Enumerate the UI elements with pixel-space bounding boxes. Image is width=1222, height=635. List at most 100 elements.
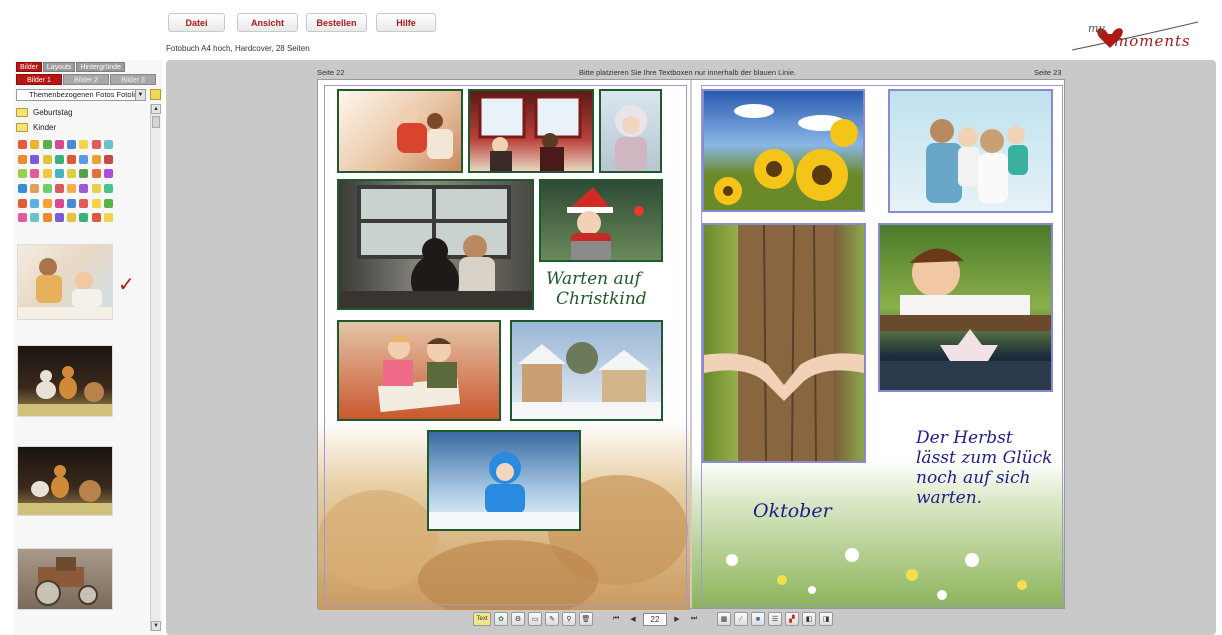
last-page-button[interactable]: ⏭	[687, 612, 701, 626]
menu-ansicht-button[interactable]: Ansicht	[237, 13, 298, 32]
clipart-icon[interactable]	[18, 140, 27, 149]
clipart-icon[interactable]	[18, 169, 27, 179]
clipart-icon[interactable]	[103, 154, 113, 164]
photo-girl-dog-window[interactable]	[337, 179, 534, 310]
clipart-icon[interactable]	[103, 140, 113, 149]
folder-up-icon[interactable]	[150, 89, 161, 100]
send-back-button[interactable]: ◨	[819, 612, 833, 626]
clipart-icon[interactable]	[67, 140, 76, 149]
photo-family-beach[interactable]	[888, 89, 1053, 213]
bring-front-button[interactable]: ◧	[802, 612, 816, 626]
guides-button[interactable]: ☰	[768, 612, 782, 626]
menu-bestellen-button[interactable]: Bestellen	[306, 13, 367, 32]
clipart-icon[interactable]	[79, 154, 89, 164]
clipart-icon[interactable]	[67, 183, 76, 193]
clipart-icon[interactable]	[30, 154, 40, 164]
photo-girl-winter-hat[interactable]	[599, 89, 662, 173]
zoom-button[interactable]: ⚲	[562, 612, 576, 626]
clipart-icon[interactable]	[79, 213, 89, 223]
clipart-icon[interactable]	[54, 213, 64, 223]
clipart-icon[interactable]	[91, 198, 101, 208]
photo-child-snow[interactable]	[427, 430, 581, 531]
clipart-icon[interactable]	[54, 140, 64, 149]
clipart-icon[interactable]	[42, 140, 52, 149]
clipart-icon[interactable]	[103, 213, 113, 223]
clipart-icon[interactable]	[42, 198, 52, 208]
add-text-button[interactable]: Text	[473, 612, 491, 626]
photo-sunflowers[interactable]	[702, 89, 865, 212]
settings-button[interactable]: ⚙	[511, 612, 525, 626]
photo-kids-reading[interactable]	[337, 320, 501, 421]
clipart-icon[interactable]	[67, 169, 76, 179]
photo-tree-heart-hands[interactable]	[702, 223, 866, 463]
clipart-icon[interactable]	[91, 140, 101, 149]
tab-bilder-1[interactable]: Bilder 1	[16, 74, 62, 85]
clipart-icon[interactable]	[54, 183, 64, 193]
page-number-input[interactable]: 22	[643, 612, 667, 626]
clipart-icon[interactable]	[91, 169, 101, 179]
clipart-icon[interactable]	[67, 154, 76, 164]
thumbnail-tractor[interactable]	[17, 548, 113, 610]
frame-button[interactable]: ▭	[528, 612, 542, 626]
photo-boy-paper-boat[interactable]	[878, 223, 1053, 392]
scroll-thumb[interactable]	[152, 116, 160, 128]
clipart-icon[interactable]	[18, 183, 27, 193]
right-quote[interactable]: Der Herbst lässt zum Glück noch auf sich…	[916, 428, 1052, 508]
previous-page-button[interactable]: ◀	[626, 612, 640, 626]
photobook-spread[interactable]: Warten auf Christkind Der Herbst lässt z…	[317, 79, 1065, 620]
clipart-icon[interactable]	[103, 183, 113, 193]
tab-bilder-2[interactable]: Bilder 2	[63, 74, 109, 85]
clipart-icon[interactable]	[79, 198, 89, 208]
thumbnail-ducks-1[interactable]	[17, 345, 113, 417]
clipart-icon[interactable]	[18, 198, 27, 208]
first-page-button[interactable]: ⏮	[609, 612, 623, 626]
thumbnail-scrollbar[interactable]: ▲ ▼	[150, 104, 161, 631]
left-caption[interactable]: Warten auf Christkind	[546, 269, 647, 309]
clipart-icon[interactable]	[79, 169, 89, 179]
clipart-icon[interactable]	[30, 140, 40, 149]
chevron-down-icon[interactable]: ▼	[135, 90, 145, 100]
next-page-button[interactable]: ▶	[670, 612, 684, 626]
background-color-button[interactable]: ■	[751, 612, 765, 626]
clipart-icon[interactable]	[42, 154, 52, 164]
clipart-icon[interactable]	[18, 213, 27, 223]
menu-datei-button[interactable]: Datei	[168, 13, 225, 32]
clipart-icon[interactable]	[91, 213, 101, 223]
clipart-icon[interactable]	[91, 154, 101, 164]
no-background-button[interactable]: ⁄	[734, 612, 748, 626]
clipart-icon[interactable]	[18, 154, 27, 164]
month-caption[interactable]: Oktober	[753, 500, 832, 522]
tab-hintergruende[interactable]: Hintergründe	[76, 62, 125, 72]
tab-layouts[interactable]: Layouts	[42, 62, 76, 72]
thumbnail-ducks-2[interactable]	[17, 446, 113, 516]
clipart-icon[interactable]	[30, 169, 40, 179]
delete-button[interactable]: 🗑	[579, 612, 593, 626]
brush-button[interactable]: ✎	[545, 612, 559, 626]
clipart-icon[interactable]	[42, 183, 52, 193]
clipart-grid[interactable]	[18, 140, 114, 226]
photo-snowy-village[interactable]	[510, 320, 663, 421]
clipart-icon[interactable]	[30, 213, 40, 223]
scroll-down-icon[interactable]: ▼	[151, 621, 161, 631]
clipart-icon[interactable]	[54, 154, 64, 164]
clipart-icon[interactable]	[42, 213, 52, 223]
clipart-icon[interactable]	[54, 198, 64, 208]
folder-item-kinder[interactable]: Kinder	[16, 121, 56, 133]
photo-window-christmas[interactable]	[468, 89, 594, 173]
photo-snow-hug[interactable]	[337, 89, 463, 173]
arrange-button[interactable]: ▞	[785, 612, 799, 626]
photo-girl-santa-hat[interactable]	[539, 179, 663, 262]
folder-item-geburtstag[interactable]: Geburtstag	[16, 106, 73, 118]
clipart-icon[interactable]	[103, 169, 113, 179]
layout-grid-button[interactable]: ▦	[717, 612, 731, 626]
tab-bilder[interactable]: Bilder	[16, 62, 42, 72]
clipart-icon[interactable]	[79, 140, 89, 149]
tab-bilder-3[interactable]: Bilder 3	[110, 74, 156, 85]
menu-hilfe-button[interactable]: Hilfe	[376, 13, 436, 32]
clipart-icon[interactable]	[67, 198, 76, 208]
clipart-icon[interactable]	[54, 169, 64, 179]
clipart-icon[interactable]	[79, 183, 89, 193]
clipart-icon[interactable]	[91, 183, 101, 193]
thumbnail-mother-child[interactable]	[17, 244, 113, 320]
folder-select-dropdown[interactable]: Themenbezogenen Fotos Fotolia ▼	[16, 89, 146, 101]
